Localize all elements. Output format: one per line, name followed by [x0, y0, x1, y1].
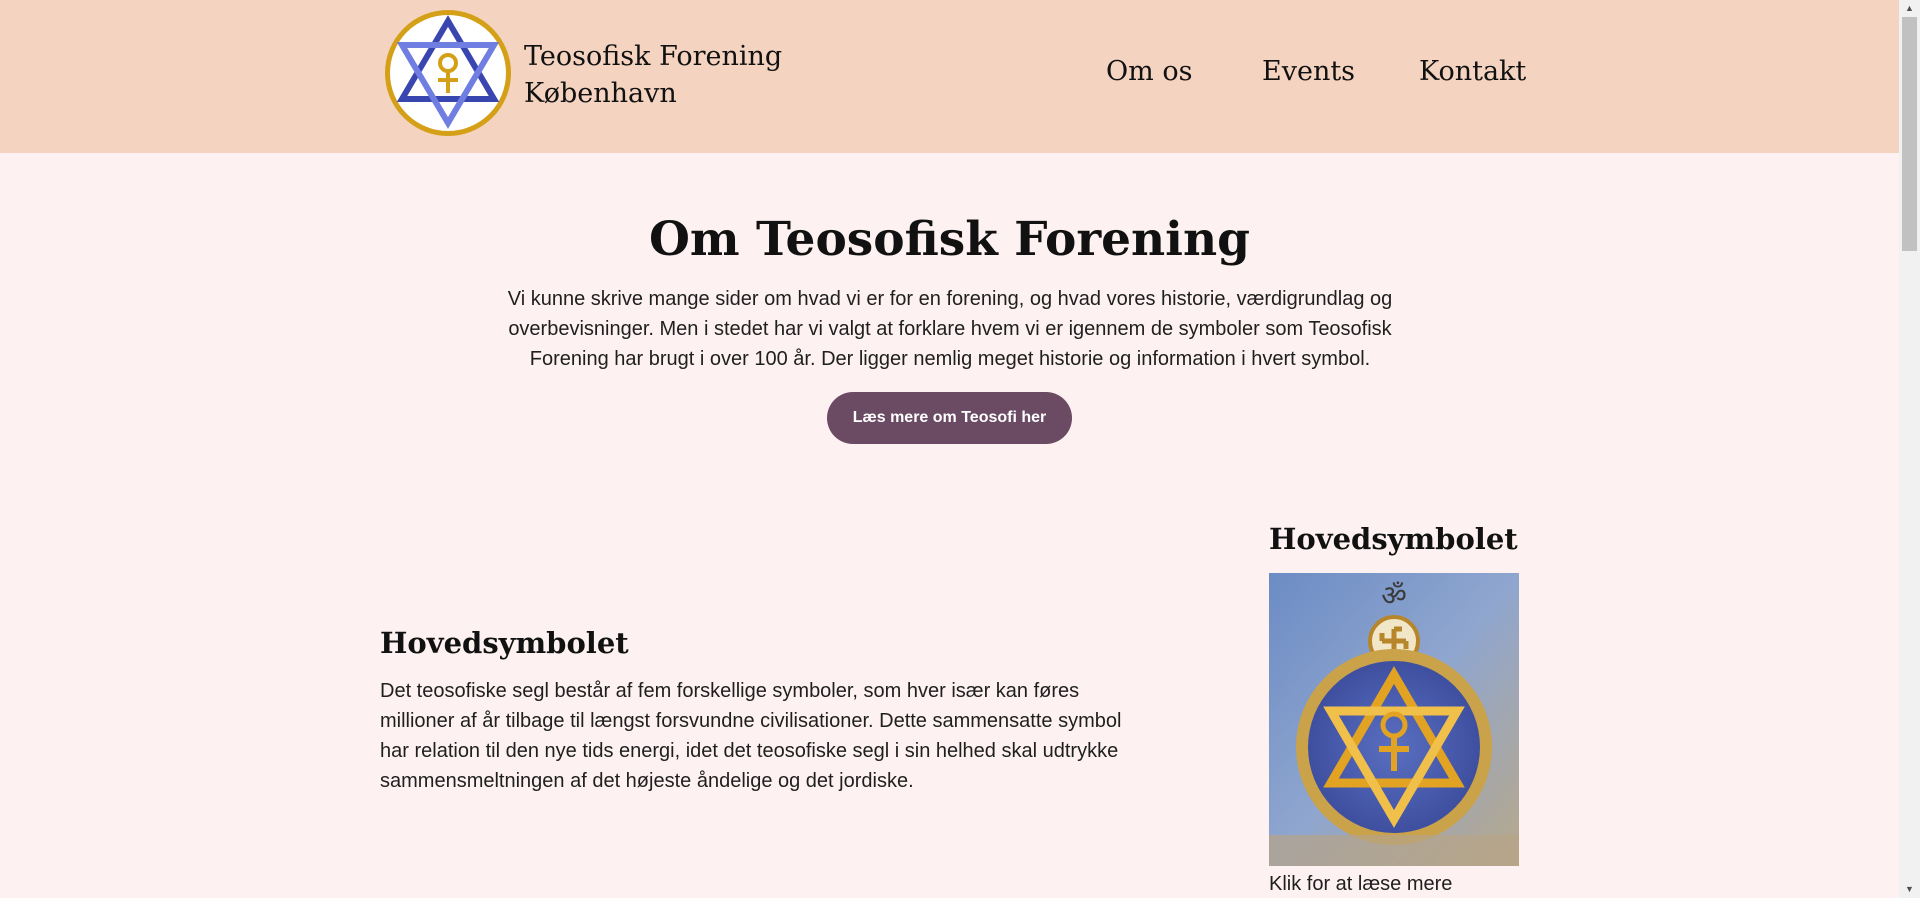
main-symbol-heading: Hovedsymbolet: [380, 626, 629, 660]
svg-text:ॐ: ॐ: [1381, 579, 1407, 612]
site-logo[interactable]: [385, 10, 511, 136]
nav-link-om-os[interactable]: Om os: [1106, 56, 1192, 87]
theosophical-seal-icon: ॐ: [1269, 573, 1519, 866]
page: Teosofisk Forening København Om os Event…: [0, 0, 1899, 898]
main-symbol-paragraph: Det teosofiske segl består af fem forske…: [380, 680, 1122, 792]
site-title[interactable]: Teosofisk Forening København: [524, 38, 784, 112]
site-title-line2: København: [524, 78, 677, 109]
nav-link-kontakt[interactable]: Kontakt: [1419, 56, 1526, 87]
site-title-line1: Teosofisk Forening: [524, 41, 783, 72]
scroll-down-arrow-icon[interactable]: ▼: [1899, 881, 1920, 898]
scroll-up-arrow-icon[interactable]: ▲: [1899, 0, 1920, 17]
theosophical-seal-image[interactable]: ॐ: [1269, 573, 1519, 866]
intro-paragraph: Vi kunne skrive mange sider om hvad vi e…: [507, 288, 1393, 370]
star-ankh-logo-icon: [396, 15, 500, 129]
vertical-scrollbar[interactable]: ▲ ▼: [1899, 0, 1920, 898]
seal-read-more-link[interactable]: Klik for at læse mere: [1269, 873, 1452, 896]
site-header: Teosofisk Forening København Om os Event…: [0, 0, 1899, 153]
scrollbar-thumb[interactable]: [1902, 17, 1917, 251]
sidebar-symbol-heading: Hovedsymbolet: [1269, 522, 1518, 556]
nav-link-events[interactable]: Events: [1262, 56, 1355, 87]
read-more-teosofi-button[interactable]: Læs mere om Teosofi her: [827, 392, 1072, 444]
page-title: Om Teosofisk Forening: [648, 212, 1251, 267]
